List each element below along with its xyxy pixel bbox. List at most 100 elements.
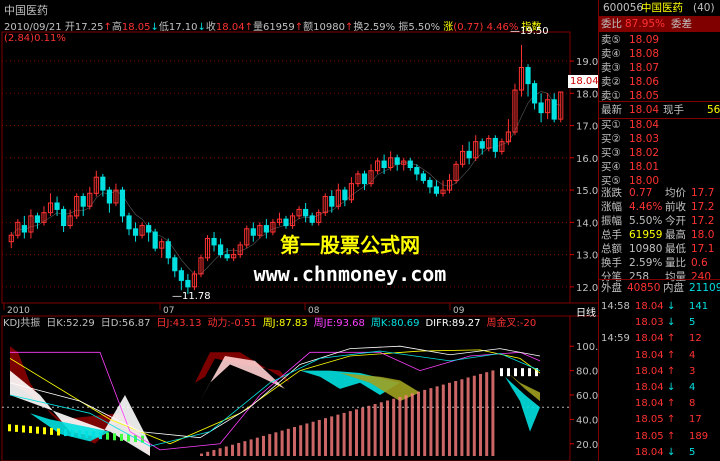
tick-volume: 12: [689, 333, 702, 345]
tick-price: 18.05: [635, 430, 664, 442]
stock-name: 中国医药: [4, 4, 48, 17]
committee-row: 委比 87.95% 委差: [599, 16, 720, 32]
indicator-dot-bar: [85, 430, 88, 438]
candle-body: [54, 202, 60, 210]
tick-volume: 17: [689, 414, 702, 426]
candle-body: [394, 157, 400, 165]
tick-price: 18.04: [635, 333, 664, 345]
close-value: 18.04: [215, 22, 245, 33]
indicator-histogram-bar: [206, 451, 210, 456]
candle-body: [427, 179, 433, 188]
time-tick-label: 09: [453, 306, 465, 316]
indicator-histogram-bar: [218, 448, 222, 456]
indicator-dot-bar: [106, 432, 109, 440]
price-tick-label: 19.00: [576, 57, 598, 68]
indicator-dot-bar: [8, 424, 11, 432]
tick-price: 18.04: [635, 301, 664, 312]
indicator-histogram-bar: [324, 418, 327, 456]
tick-row: 18.05 ↑ 189: [599, 428, 719, 445]
indicator-legend-item: 周J:87.83: [262, 318, 308, 329]
tick-price: 18.04: [635, 349, 664, 361]
change-value: (0.77): [453, 22, 484, 33]
price-tick-label: 13.00: [576, 251, 598, 262]
tick-price: 18.04: [635, 382, 664, 393]
indicator-histogram-bar: [392, 398, 396, 456]
tick-price: 18.03: [635, 317, 664, 329]
last-price: 18.04: [629, 104, 660, 116]
panel-stock-name: 中国医药: [641, 2, 683, 14]
candle-body: [381, 160, 387, 169]
tick-volume: 141: [689, 301, 709, 312]
candle-body: [525, 66, 531, 85]
indicator-histogram-bar: [342, 412, 346, 456]
tick-arrow: ↑: [667, 349, 676, 361]
indicator-histogram-bar: [379, 402, 383, 456]
indicator-legend-item: 日D:56.87: [100, 318, 151, 329]
indicator-dot-bar: [15, 424, 18, 432]
indicator-histogram-bar: [423, 389, 427, 456]
indicator-tick-label: 40.00: [576, 415, 598, 426]
indicator-area-5: [200, 355, 285, 402]
tick-volume: 4: [689, 349, 696, 361]
candle-body: [342, 189, 348, 201]
price-tick-label: 16.00: [576, 154, 598, 165]
indicator-dot-bar: [64, 429, 67, 437]
quote-panel: 600056 中国医药 (40) 委比 87.95% 委差 卖⑤ 18.09 卖④ 1…: [598, 0, 720, 461]
candle-body: [61, 208, 67, 227]
indicator-histogram-bar: [249, 439, 253, 456]
amount-value: 10980: [313, 22, 345, 33]
price-tick-label: 17.00: [576, 122, 598, 133]
indicator-histogram-bar: [286, 428, 290, 456]
indicator-histogram-bar: [417, 391, 420, 456]
indicator-histogram-bar: [299, 425, 303, 456]
candle-body: [185, 279, 191, 288]
amplitude-value: 5.50%: [408, 22, 441, 33]
tick-arrow: ↓: [667, 301, 676, 312]
indicator-histogram-bar: [224, 446, 228, 456]
time-tick-label: 07: [163, 306, 174, 316]
tick-arrow: ↓: [667, 382, 676, 393]
period-label[interactable]: 日线: [576, 304, 596, 319]
indicator-legend-item: 日K:52.29: [46, 318, 95, 329]
tick-row: 18.05 ↑ 17: [599, 411, 719, 428]
indicator-legend-item: DIFR:89.27: [425, 318, 481, 329]
open-value: 17.25: [74, 22, 104, 33]
bar-date: 2010/09/21: [4, 22, 62, 33]
candle-body: [551, 99, 557, 120]
indicator-white-bar: [521, 368, 524, 377]
indicator-histogram-bar: [280, 430, 284, 456]
tick-arrow: ↑: [667, 414, 676, 426]
indicator-legend-item: 动力:-0.51: [207, 318, 257, 329]
indicator-dot-bar: [36, 426, 39, 434]
indicator-dot-bar: [120, 433, 123, 441]
tick-row: 18.04 ↓ 5: [599, 444, 719, 461]
candle-body: [361, 173, 368, 185]
tick-volume: 5: [689, 446, 696, 458]
tick-arrow: ↑: [667, 398, 676, 410]
low-annotation: —11.78: [172, 291, 211, 302]
indicator-histogram-bar: [386, 400, 389, 456]
indicator-histogram-bar: [255, 437, 259, 456]
candle-body: [146, 225, 152, 233]
candle-body: [466, 150, 472, 159]
candle-body: [126, 215, 132, 230]
tick-row: 18.03 ↓ 5: [599, 314, 719, 331]
indicator-histogram-bar: [336, 414, 340, 456]
tick-price: 18.05: [635, 414, 664, 426]
candle-body: [106, 189, 112, 204]
tick-volume: 5: [689, 317, 696, 329]
watermark-title: 第一股票公式网: [280, 233, 420, 257]
indicator-dot-bar: [92, 431, 95, 439]
indicator-histogram-bar: [231, 444, 234, 456]
candle-body: [531, 83, 538, 104]
indicator-histogram-bar: [237, 442, 241, 456]
candle-body: [152, 231, 158, 249]
indicator-histogram-bar: [479, 373, 482, 456]
tick-volume: 189: [689, 430, 709, 442]
indicator-histogram-bar: [429, 388, 433, 456]
turnover-value: 2.59%: [363, 22, 396, 33]
candle-body: [21, 225, 27, 233]
tick-arrow: ↓: [667, 446, 676, 458]
indicator-histogram-bar: [491, 370, 495, 456]
indicator-dot-bar: [50, 427, 53, 435]
